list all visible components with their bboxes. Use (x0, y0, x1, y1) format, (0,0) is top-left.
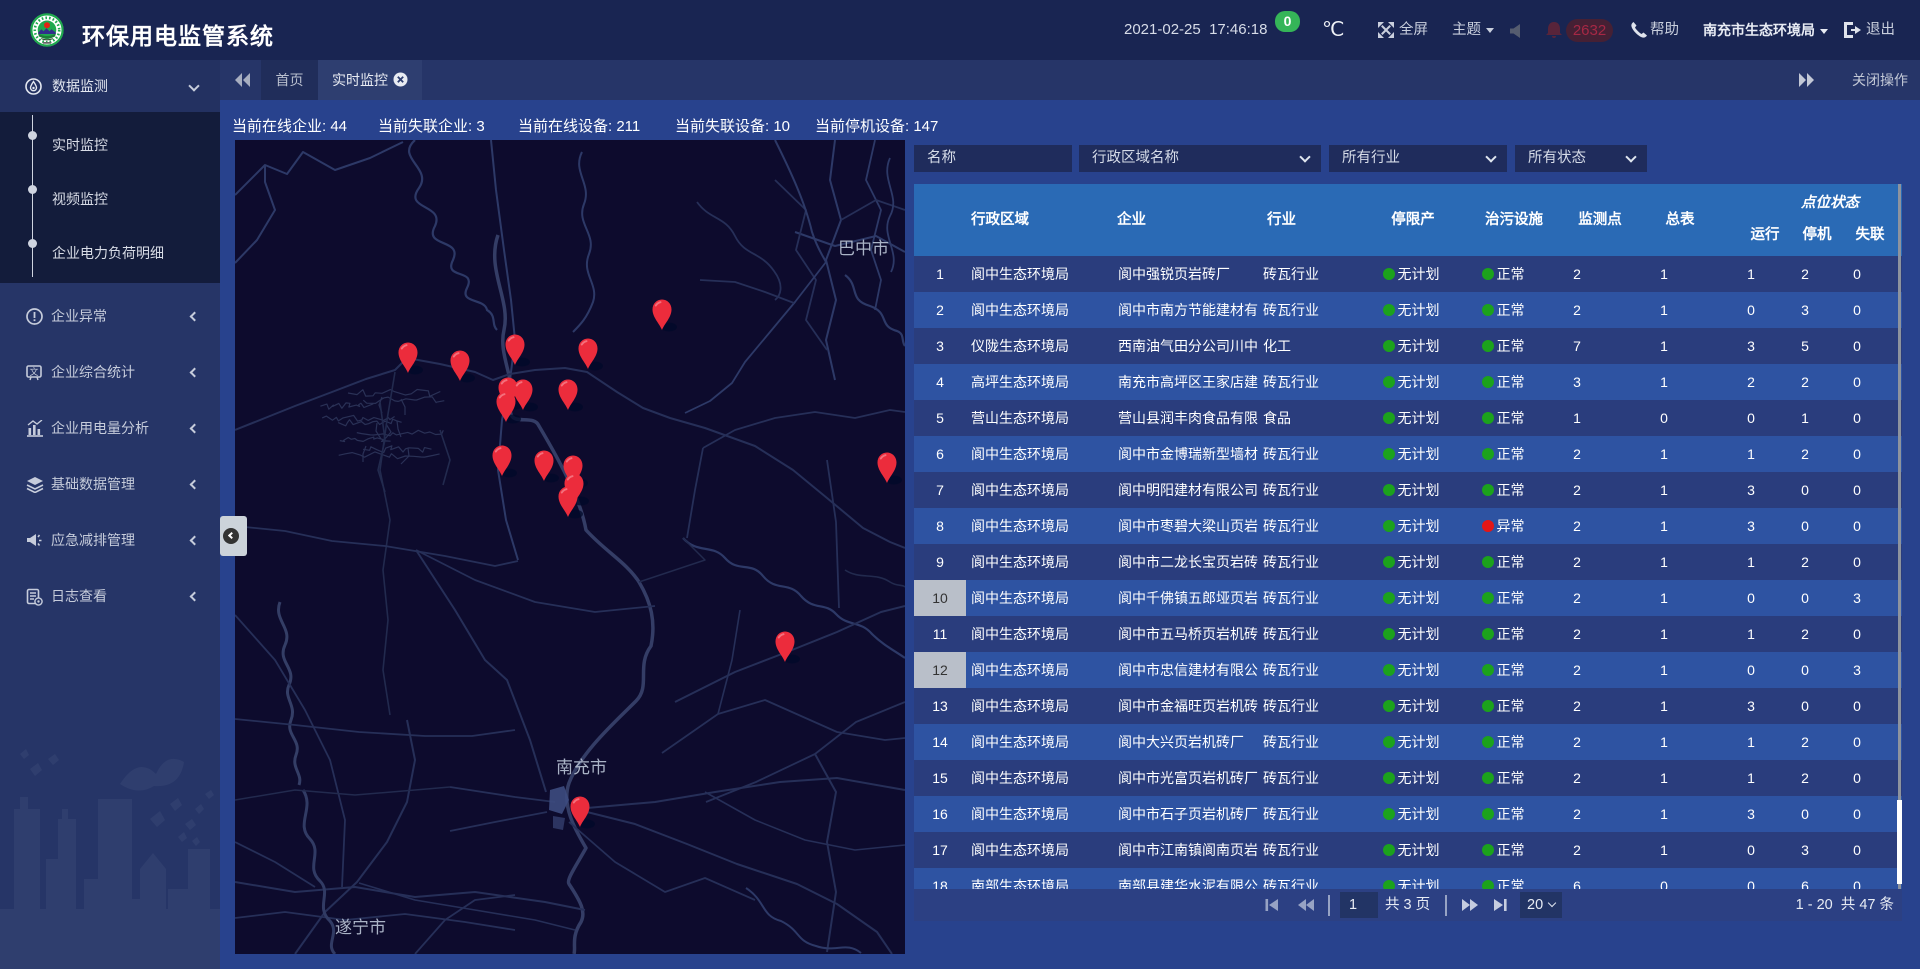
svg-text:文: 文 (30, 366, 39, 377)
svg-text:南充市: 南充市 (556, 758, 607, 777)
svg-text:遂宁市: 遂宁市 (335, 918, 386, 937)
svg-text:巴中市: 巴中市 (838, 239, 889, 258)
